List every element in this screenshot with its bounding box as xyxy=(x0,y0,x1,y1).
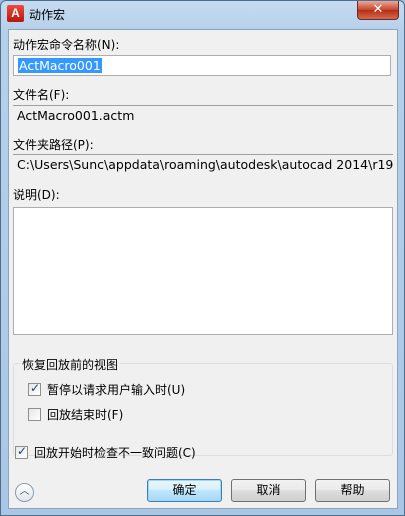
macro-dialog-window: A 动作宏 ✕ 动作宏命令名称(N): ActMacro001 文件名(F): … xyxy=(0,0,405,516)
pause-input-label: 暂停以请求用户输入时(U) xyxy=(47,383,186,397)
help-button[interactable]: 帮助 xyxy=(315,479,390,502)
macro-name-input[interactable]: ActMacro001 xyxy=(13,55,391,76)
macro-name-value: ActMacro001 xyxy=(18,58,102,73)
description-textarea[interactable] xyxy=(13,207,393,335)
folder-path-value: C:\Users\Sunc\appdata\roaming\autodesk\a… xyxy=(13,154,393,176)
autocad-app-icon: A xyxy=(7,5,24,22)
file-name-label: 文件名(F): xyxy=(13,88,70,102)
expand-collapse-button[interactable]: ︿ xyxy=(15,483,34,502)
close-button[interactable]: ✕ xyxy=(357,1,399,20)
description-label: 说明(D): xyxy=(13,188,60,202)
check-inconsistency-label: 回放开始时检查不一致问题(C) xyxy=(34,446,196,460)
chevron-up-icon: ︿ xyxy=(19,486,30,497)
close-icon: ✕ xyxy=(372,2,384,17)
pause-input-option[interactable]: 暂停以请求用户输入时(U) xyxy=(28,381,185,398)
macro-name-label: 动作宏命令名称(N): xyxy=(13,38,120,52)
folder-path-label: 文件夹路径(P): xyxy=(13,138,94,152)
playback-end-option[interactable]: 回放结束时(F) xyxy=(28,406,123,423)
restore-view-group: 恢复回放前的视图 暂停以请求用户输入时(U) 回放结束时(F) xyxy=(13,356,393,456)
playback-end-label: 回放结束时(F) xyxy=(47,408,124,422)
file-name-value: ActMacro001.actm xyxy=(13,105,393,127)
ok-button[interactable]: 确定 xyxy=(147,479,222,502)
check-inconsistency-checkbox[interactable] xyxy=(15,444,28,459)
cancel-button[interactable]: 取消 xyxy=(231,479,306,502)
window-title: 动作宏 xyxy=(29,8,66,22)
playback-end-checkbox[interactable] xyxy=(28,408,41,421)
pause-input-checkbox[interactable] xyxy=(28,381,41,396)
check-inconsistency-option[interactable]: 回放开始时检查不一致问题(C) xyxy=(15,444,196,461)
dialog-client-area: 动作宏命令名称(N): ActMacro001 文件名(F): ActMacro… xyxy=(8,29,398,509)
title-bar[interactable]: A 动作宏 ✕ xyxy=(1,1,404,29)
restore-view-group-title: 恢复回放前的视图 xyxy=(20,356,121,373)
